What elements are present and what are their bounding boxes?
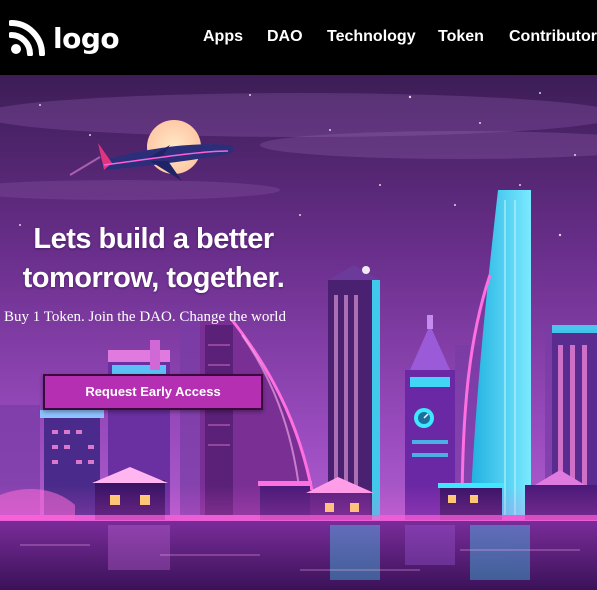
hero-headline-line1: Lets build a better (33, 223, 274, 255)
hero-headline: Lets build a better tomorrow, together. (0, 220, 307, 298)
nav-apps[interactable]: Apps (203, 27, 243, 47)
page: logo Apps DAO Technology Token Contribut… (0, 0, 597, 590)
hero-subtitle: Buy 1 Token. Join the DAO. Change the wo… (4, 309, 286, 325)
nav-technology[interactable]: Technology (327, 27, 416, 47)
main-nav: Apps DAO Technology Token Contributor (0, 27, 597, 49)
nav-token[interactable]: Token (438, 27, 484, 47)
request-early-access-button[interactable]: Request Early Access (43, 374, 263, 410)
nav-dao[interactable]: DAO (267, 27, 303, 47)
site-header: logo Apps DAO Technology Token Contribut… (0, 0, 597, 75)
hero-headline-line2: tomorrow, together. (22, 262, 285, 294)
nav-contributor[interactable]: Contributor (509, 27, 597, 47)
hero-background-illustration (0, 75, 597, 590)
hero-section: Lets build a better tomorrow, together. … (0, 75, 597, 590)
